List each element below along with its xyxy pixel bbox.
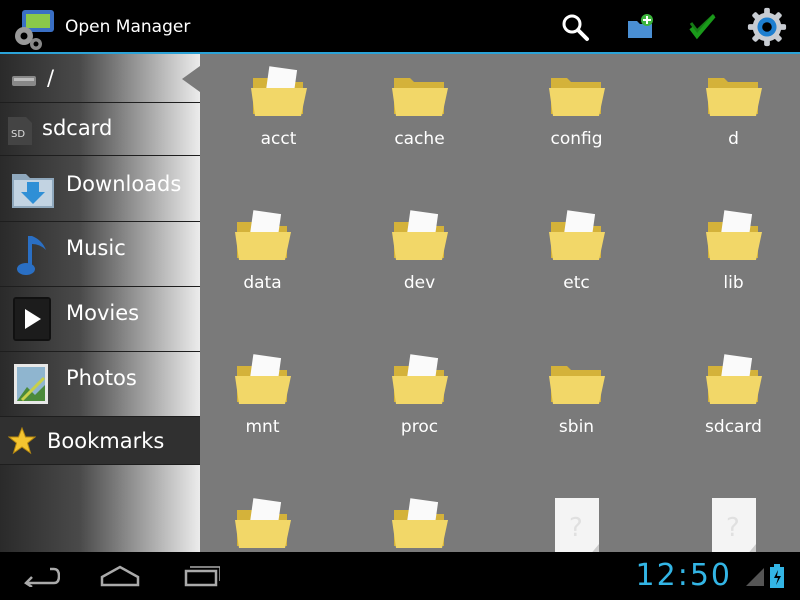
- movies-icon: [13, 297, 51, 341]
- home-icon: [100, 565, 140, 587]
- sidebar-item-label: Movies: [66, 301, 140, 325]
- sidebar-item-downloads[interactable]: Downloads: [0, 156, 200, 222]
- multi-select-icon: [689, 13, 716, 40]
- music-icon: [17, 236, 46, 275]
- folder-item[interactable]: sdcard: [655, 342, 800, 482]
- folder-icon: [548, 366, 605, 404]
- settings-icon: [747, 7, 787, 47]
- file-name: proc: [400, 417, 439, 437]
- svg-text:SD: SD: [11, 129, 25, 140]
- file-name: config: [550, 129, 603, 149]
- status-clock: 12:50: [635, 558, 732, 593]
- folder-item[interactable]: config: [498, 54, 655, 194]
- system-nav-bar: 12:50: [0, 552, 800, 600]
- downloads-icon: [12, 174, 54, 208]
- folder-item[interactable]: dev: [341, 198, 498, 338]
- folder-item[interactable]: lib: [655, 198, 800, 338]
- svg-text:?: ?: [569, 513, 583, 543]
- sidebar-item-label: Music: [66, 236, 126, 260]
- back-button[interactable]: [15, 560, 65, 592]
- folder-icon: [705, 210, 762, 260]
- selection-pointer-icon: [182, 66, 200, 92]
- file-name: etc: [563, 273, 590, 293]
- folder-icon: [705, 354, 762, 404]
- search-icon: [562, 14, 589, 41]
- folder-item[interactable]: mnt: [200, 342, 341, 482]
- file-name: data: [243, 273, 282, 293]
- file-item[interactable]: ?: [498, 486, 655, 552]
- folder-item[interactable]: [341, 486, 498, 552]
- sidebar-item-label: sdcard: [42, 116, 113, 140]
- sdcard-icon: SD: [8, 117, 32, 145]
- folder-icon: [234, 354, 291, 404]
- unknown-file-icon: ?: [554, 498, 599, 552]
- folder-icon: [250, 66, 307, 116]
- home-button[interactable]: [95, 560, 145, 592]
- file-name: acct: [260, 129, 297, 149]
- sidebar-item-music[interactable]: Music: [0, 222, 200, 287]
- sidebar-item-movies[interactable]: Movies: [0, 287, 200, 352]
- folder-icon: [391, 210, 448, 260]
- sidebar-item-root[interactable]: /: [0, 54, 200, 103]
- folder-icon: [391, 498, 448, 548]
- star-icon: [8, 427, 36, 455]
- app-title: Open Manager: [65, 17, 191, 37]
- folder-item[interactable]: cache: [341, 54, 498, 194]
- folder-icon: [548, 210, 605, 260]
- folder-item[interactable]: data: [200, 198, 341, 338]
- recent-apps-icon: [184, 566, 220, 587]
- search-button[interactable]: [554, 6, 596, 48]
- folder-icon: [705, 78, 762, 116]
- folder-item[interactable]: proc: [341, 342, 498, 482]
- folder-icon: [391, 78, 448, 116]
- folder-icon: [234, 210, 291, 260]
- sidebar: / SD sdcard Downloads Music Movies Photo…: [0, 54, 200, 552]
- sidebar-item-sdcard[interactable]: SD sdcard: [0, 103, 200, 156]
- battery-icon: [770, 564, 784, 592]
- file-name: mnt: [245, 417, 280, 437]
- recent-apps-button[interactable]: [175, 560, 225, 592]
- signal-icon: [746, 568, 764, 590]
- folder-item[interactable]: sbin: [498, 342, 655, 482]
- file-name: d: [728, 129, 739, 149]
- new-folder-button[interactable]: [619, 6, 661, 48]
- file-item[interactable]: ?: [655, 486, 800, 552]
- file-name: sbin: [558, 417, 595, 437]
- folder-icon: [391, 354, 448, 404]
- multi-select-button[interactable]: [682, 6, 724, 48]
- unknown-file-icon: ?: [711, 498, 756, 552]
- folder-item[interactable]: [200, 486, 341, 552]
- folder-icon: [548, 78, 605, 116]
- folder-item[interactable]: etc: [498, 198, 655, 338]
- sidebar-item-label: /: [47, 66, 55, 90]
- sidebar-item-label: Downloads: [66, 172, 182, 196]
- sidebar-item-bookmarks[interactable]: Bookmarks: [0, 417, 200, 465]
- photos-icon: [14, 364, 48, 404]
- file-grid: acct cache config d data dev etc lib mnt…: [200, 54, 800, 552]
- action-bar: Open Manager: [0, 0, 800, 54]
- file-name: cache: [394, 129, 445, 149]
- folder-item[interactable]: acct: [200, 54, 357, 194]
- new-folder-icon: [628, 14, 653, 38]
- file-name: dev: [403, 273, 436, 293]
- file-name: sdcard: [705, 417, 762, 437]
- drive-icon: [12, 76, 36, 86]
- svg-text:?: ?: [726, 513, 740, 543]
- back-icon: [24, 567, 60, 587]
- folder-item[interactable]: d: [655, 54, 800, 194]
- file-name: lib: [723, 273, 744, 293]
- sidebar-item-label: Bookmarks: [47, 429, 165, 453]
- settings-button[interactable]: [746, 6, 788, 48]
- sidebar-item-label: Photos: [66, 366, 137, 390]
- app-logo-icon[interactable]: [12, 6, 58, 52]
- folder-icon: [234, 498, 291, 548]
- sidebar-item-photos[interactable]: Photos: [0, 352, 200, 417]
